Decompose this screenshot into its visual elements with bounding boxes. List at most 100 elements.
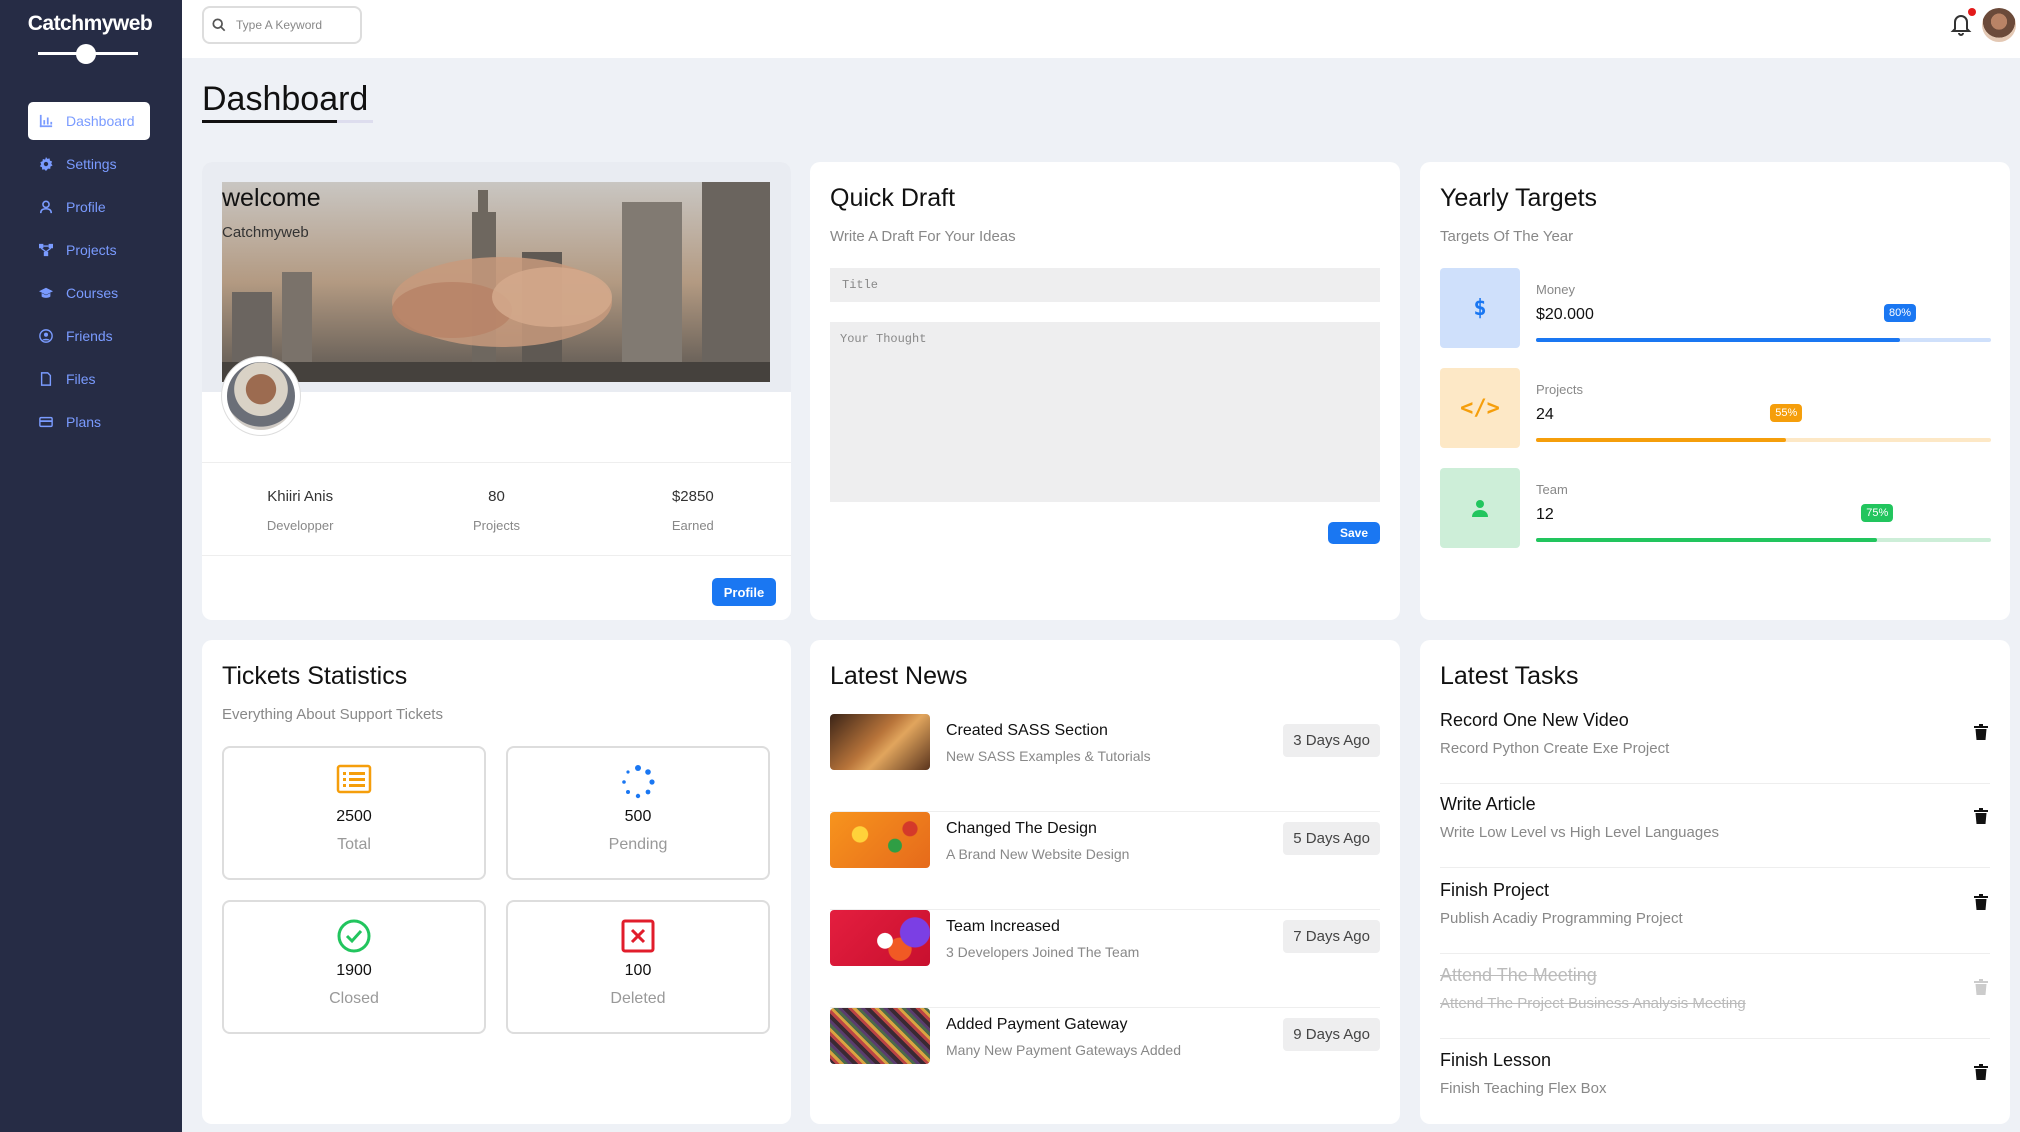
welcome-subtitle: Catchmyweb [222, 224, 309, 241]
ticket-total: 2500 Total [222, 746, 486, 880]
task-item[interactable]: Write Article Write Low Level vs High Le… [1440, 784, 1990, 868]
ticket-value: 500 [624, 808, 652, 825]
news-item[interactable]: Added Payment Gateway Many New Payment G… [830, 1008, 1380, 1106]
stat-earned: $2850 Earned [595, 463, 791, 555]
news-description: Many New Payment Gateways Added [946, 1042, 1182, 1058]
task-description: Write Low Level vs High Level Languages [1440, 824, 1720, 841]
news-time: 7 Days Ago [1283, 920, 1380, 953]
spinner-icon [508, 764, 768, 804]
ticket-label: Total [337, 836, 371, 853]
search-input[interactable] [236, 18, 346, 32]
brand-logo[interactable]: Catchmyweb [0, 12, 180, 36]
stat-name: Khiiri Anis Developper [202, 463, 398, 555]
stat-label: Developper [266, 518, 334, 533]
brand-knob [76, 44, 96, 64]
trash-icon[interactable] [1974, 808, 1990, 826]
trash-icon[interactable] [1974, 894, 1990, 912]
news-item[interactable]: Team Increased 3 Developers Joined The T… [830, 910, 1380, 1008]
card-title: Tickets Statistics [222, 662, 408, 690]
news-thumbnail [830, 812, 930, 868]
news-title: Added Payment Gateway [946, 1016, 1128, 1033]
news-item[interactable]: Changed The Design A Brand New Website D… [830, 812, 1380, 910]
trash-icon[interactable] [1974, 1064, 1990, 1082]
news-time: 5 Days Ago [1283, 822, 1380, 855]
yearly-targets-card: Yearly Targets Targets Of The Year $ Mone… [1420, 162, 2010, 620]
person-icon [1440, 468, 1520, 548]
sidebar-item-label: Plans [66, 414, 102, 430]
topbar [182, 0, 2020, 58]
sidebar-item-label: Profile [66, 199, 106, 215]
news-thumbnail [830, 1008, 930, 1064]
ticket-value: 1900 [336, 962, 372, 979]
ticket-label: Deleted [610, 990, 666, 1007]
profile-button[interactable]: Profile [712, 578, 776, 606]
save-button[interactable]: Save [1328, 522, 1380, 544]
task-title: Attend The Meeting [1440, 965, 1597, 985]
sidebar-item-plans[interactable]: Plans [28, 403, 150, 441]
task-description: Attend The Project Business Analysis Mee… [1440, 995, 1746, 1012]
progress-track: 55% [1536, 404, 1991, 442]
task-item[interactable]: Finish Lesson Finish Teaching Flex Box [1440, 1040, 1990, 1124]
target-label: Team [1536, 482, 1568, 497]
stat-value: 80 [488, 488, 505, 505]
target-projects: </> Projects 24 55% [1440, 368, 1991, 448]
card-title: Latest News [830, 662, 968, 690]
stat-projects: 80 Projects [398, 463, 594, 555]
sidebar-item-profile[interactable]: Profile [28, 188, 150, 226]
ticket-label: Pending [608, 836, 668, 853]
task-description: Publish Acadiy Programming Project [1440, 910, 1683, 927]
task-item-done[interactable]: Attend The Meeting Attend The Project Bu… [1440, 955, 1990, 1039]
file-icon [38, 371, 54, 387]
latest-news-card: Latest News Created SASS Section New SAS… [810, 640, 1400, 1124]
card-title: Latest Tasks [1440, 662, 1579, 690]
news-description: 3 Developers Joined The Team [946, 944, 1140, 960]
progress-badge: 75% [1861, 504, 1894, 522]
user-avatar[interactable] [1982, 8, 2016, 42]
ticket-value: 100 [624, 962, 652, 979]
news-item[interactable]: Created SASS Section New SASS Examples &… [830, 714, 1380, 812]
chart-icon [38, 113, 54, 129]
search-icon [212, 18, 226, 32]
trash-icon[interactable] [1974, 724, 1990, 742]
sidebar-item-courses[interactable]: Courses [28, 274, 150, 312]
trash-icon[interactable] [1974, 979, 1990, 997]
credit-card-icon [38, 414, 54, 430]
card-subtitle: Everything About Support Tickets [222, 706, 443, 723]
welcome-title: welcome [222, 184, 321, 212]
latest-tasks-card: Latest Tasks Record One New Video Record… [1420, 640, 2010, 1124]
draft-title-input[interactable] [830, 268, 1380, 302]
welcome-stats: Khiiri Anis Developper 80 Projects $2850… [202, 462, 791, 556]
sidebar-item-dashboard[interactable]: Dashboard [28, 102, 150, 140]
stat-label: Projects [473, 518, 520, 533]
target-label: Projects [1536, 382, 1583, 397]
list-icon [224, 764, 484, 804]
target-value: $20.000 [1536, 306, 1594, 323]
diagram-icon [38, 242, 54, 258]
sidebar-item-files[interactable]: Files [28, 360, 150, 398]
card-title: Yearly Targets [1440, 184, 1598, 212]
task-description: Record Python Create Exe Project [1440, 740, 1670, 757]
task-item[interactable]: Finish Project Publish Acadiy Programmin… [1440, 870, 1990, 954]
draft-body-textarea[interactable] [830, 322, 1380, 502]
progress-track: 80% [1536, 304, 1991, 342]
sidebar-item-label: Friends [66, 328, 113, 344]
sidebar: Catchmyweb Dashboard Settings Profile Pr… [0, 0, 182, 1132]
notification-bell-icon[interactable] [1950, 8, 1976, 36]
sidebar-nav: Dashboard Settings Profile Projects Cour… [0, 102, 182, 446]
welcome-card: welcome Catchmyweb Khiiri Anis Developpe… [202, 162, 791, 620]
sidebar-item-settings[interactable]: Settings [28, 145, 150, 183]
task-item[interactable]: Record One New Video Record Python Creat… [1440, 700, 1990, 784]
target-money: $ Money $20.000 80% [1440, 268, 1991, 348]
code-icon: </> [1440, 368, 1520, 448]
news-title: Team Increased [946, 918, 1060, 935]
search-box[interactable] [202, 6, 362, 44]
task-title: Finish Lesson [1440, 1050, 1552, 1070]
sidebar-item-friends[interactable]: Friends [28, 317, 150, 355]
task-title: Write Article [1440, 794, 1536, 814]
sidebar-item-projects[interactable]: Projects [28, 231, 150, 269]
stat-value: $2850 [671, 488, 714, 505]
sidebar-item-label: Projects [66, 242, 117, 258]
task-title: Record One New Video [1440, 710, 1629, 730]
ticket-closed: 1900 Closed [222, 900, 486, 1034]
sidebar-item-label: Dashboard [66, 113, 135, 129]
